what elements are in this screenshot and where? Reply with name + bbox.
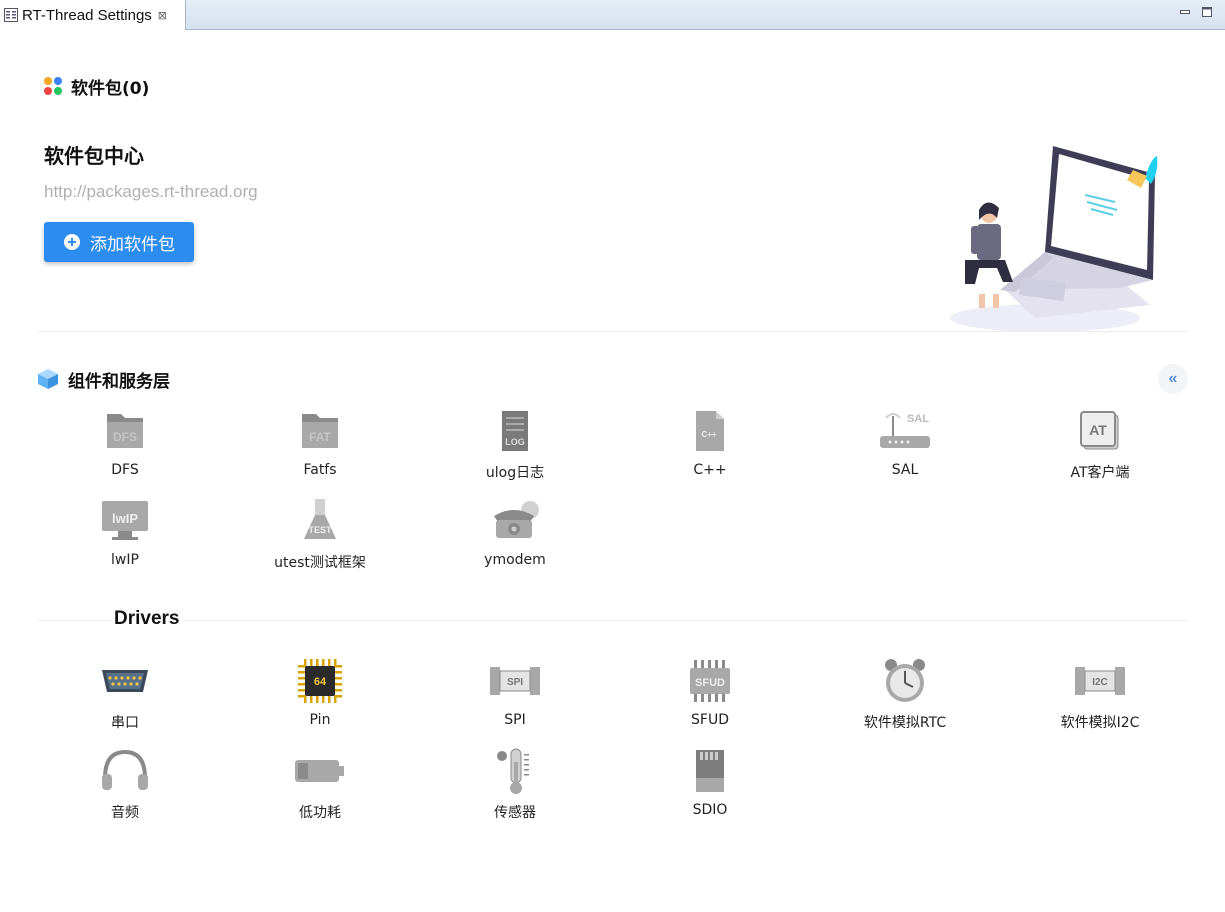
chip-pin-icon: 64 — [292, 656, 348, 706]
grid-item-alarm-clock[interactable]: 软件模拟RTC — [825, 656, 985, 736]
grid-item-label: SFUD — [691, 712, 729, 728]
grid-item-test-flask[interactable]: TEST utest测试框架 — [240, 496, 400, 576]
sfud-chip-icon: SFUD — [682, 656, 738, 706]
editor-tab-bar: RT-Thread Settings ⊠ — [0, 0, 1225, 30]
grid-item-label: 音频 — [111, 805, 139, 821]
settings-file-icon — [4, 8, 18, 22]
at-command-icon: AT — [1072, 406, 1128, 456]
drivers-header: Drivers — [110, 608, 184, 630]
svg-text:AT: AT — [1089, 422, 1107, 438]
grid-item-label: SAL — [891, 462, 919, 478]
grid-item-log-file[interactable]: LOG ulog日志 — [435, 406, 595, 486]
drivers-divider — [38, 620, 1188, 621]
serial-port-icon — [97, 656, 153, 706]
grid-item-label: SPI — [504, 712, 526, 728]
headphones-icon — [97, 746, 153, 796]
svg-text:SAL: SAL — [907, 413, 929, 425]
alarm-clock-icon — [877, 656, 933, 706]
grid-item-router-sal[interactable]: SAL SAL — [825, 406, 985, 486]
svg-text:SFUD: SFUD — [695, 677, 725, 689]
grid-item-label: AT客户端 — [1070, 465, 1130, 481]
package-center-url[interactable]: http://packages.rt-thread.org — [44, 182, 258, 202]
grid-item-label: 串口 — [111, 715, 139, 731]
grid-item-label: Fatfs — [303, 462, 337, 478]
grid-item-label: Pin — [309, 712, 331, 728]
svg-text:TEST: TEST — [308, 525, 332, 535]
add-package-button[interactable]: 添加软件包 — [44, 222, 194, 262]
grid-item-at-command[interactable]: AT AT客户端 — [1020, 406, 1180, 486]
battery-low-icon — [292, 746, 348, 796]
log-file-icon: LOG — [487, 406, 543, 456]
svg-text:lwIP: lwIP — [112, 511, 138, 526]
cpp-file-icon: C++ — [682, 406, 738, 456]
folder-dfs-icon: DFS — [97, 406, 153, 456]
packages-icon — [44, 77, 62, 95]
grid-item-folder-dfs[interactable]: DFS DFS — [45, 406, 205, 486]
sd-card-icon — [682, 746, 738, 796]
grid-item-spi-chip[interactable]: SPI SPI — [435, 656, 595, 736]
grid-item-label: ymodem — [484, 552, 546, 568]
grid-item-sfud-chip[interactable]: SFUD SFUD — [630, 656, 790, 736]
grid-item-label: SDIO — [692, 802, 728, 818]
grid-item-headphones[interactable]: 音频 — [45, 746, 205, 826]
add-package-label: 添加软件包 — [90, 234, 175, 255]
package-center-title: 软件包中心 — [44, 144, 144, 168]
folder-fat-icon: FAT — [292, 406, 348, 456]
section-divider — [38, 331, 1188, 332]
grid-item-telephone[interactable]: ymodem — [435, 496, 595, 576]
test-flask-icon: TEST — [292, 496, 348, 546]
plus-circle-icon — [64, 234, 80, 250]
maximize-icon[interactable] — [1201, 6, 1213, 18]
grid-item-label: C++ — [693, 462, 727, 478]
laptop-illustration — [950, 146, 1158, 332]
minimize-icon[interactable] — [1179, 6, 1191, 18]
svg-text:C++: C++ — [701, 430, 716, 439]
grid-item-folder-fat[interactable]: FAT Fatfs — [240, 406, 400, 486]
svg-text:I2C: I2C — [1092, 677, 1108, 688]
grid-item-label: 软件模拟I2C — [1060, 715, 1140, 731]
grid-item-i2c-chip[interactable]: I2C 软件模拟I2C — [1020, 656, 1180, 736]
i2c-chip-icon: I2C — [1072, 656, 1128, 706]
grid-item-label: 传感器 — [494, 805, 536, 821]
grid-item-cpp-file[interactable]: C++ C++ — [630, 406, 790, 486]
telephone-icon — [487, 496, 543, 546]
svg-text:LOG: LOG — [505, 437, 525, 447]
grid-item-chip-pin[interactable]: 64 Pin — [240, 656, 400, 736]
collapse-button[interactable]: « — [1158, 364, 1188, 394]
tab-title: RT-Thread Settings — [22, 6, 152, 24]
grid-item-battery-low[interactable]: 低功耗 — [240, 746, 400, 826]
packages-header: 软件包(0) — [71, 79, 150, 99]
spi-chip-icon: SPI — [487, 656, 543, 706]
grid-item-label: 低功耗 — [299, 805, 341, 821]
cube-icon — [38, 369, 58, 389]
svg-text:DFS: DFS — [113, 430, 137, 444]
thermometer-icon — [487, 746, 543, 796]
grid-item-label: lwIP — [111, 552, 139, 568]
grid-item-label: DFS — [111, 462, 139, 478]
tab-close-icon[interactable]: ⊠ — [158, 9, 167, 22]
grid-item-label: ulog日志 — [485, 465, 545, 481]
grid-item-thermometer[interactable]: 传感器 — [435, 746, 595, 826]
grid-item-lwip-monitor[interactable]: lwIP lwIP — [45, 496, 205, 576]
grid-item-serial-port[interactable]: 串口 — [45, 656, 205, 736]
grid-item-label: 软件模拟RTC — [863, 715, 947, 731]
tab-rt-thread-settings[interactable]: RT-Thread Settings ⊠ — [0, 0, 186, 30]
components-header: 组件和服务层 — [68, 372, 170, 392]
grid-item-label: utest测试框架 — [274, 555, 366, 571]
svg-text:SPI: SPI — [507, 677, 523, 688]
lwip-monitor-icon: lwIP — [97, 496, 153, 546]
svg-text:FAT: FAT — [309, 430, 331, 444]
svg-text:64: 64 — [314, 676, 327, 688]
grid-item-sd-card[interactable]: SDIO — [630, 746, 790, 826]
router-sal-icon: SAL — [877, 406, 933, 456]
